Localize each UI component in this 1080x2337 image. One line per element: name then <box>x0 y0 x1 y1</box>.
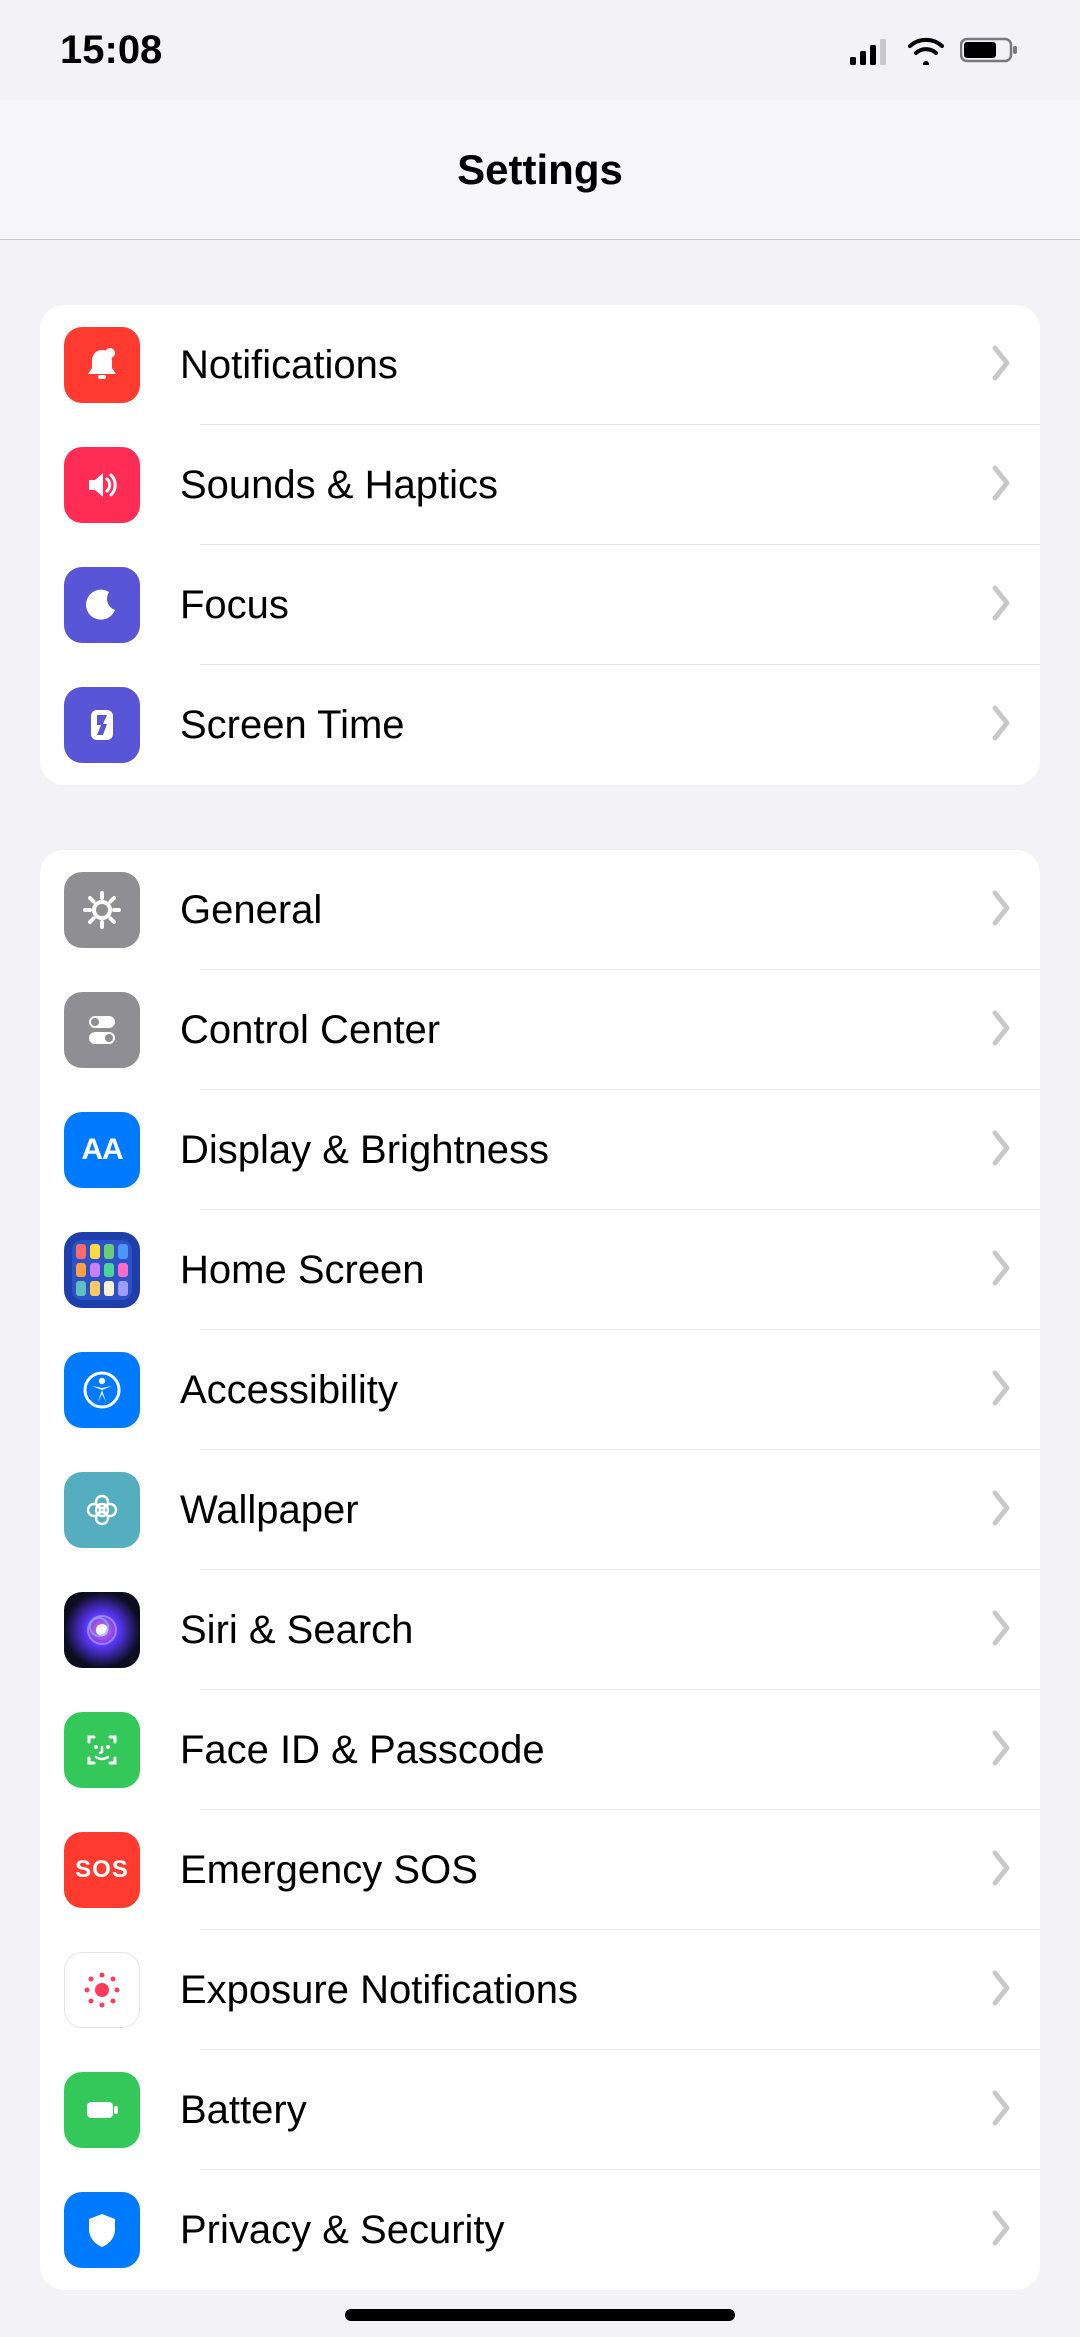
settings-row-label: Wallpaper <box>180 1488 992 1533</box>
chevron-right-icon <box>992 1370 1016 1410</box>
settings-row-notifications[interactable]: Notifications <box>40 305 1040 425</box>
chevron-right-icon <box>992 585 1016 625</box>
settings-row-label: Battery <box>180 2088 992 2133</box>
chevron-right-icon <box>992 1130 1016 1170</box>
status-bar: 15:08 <box>0 0 1080 100</box>
settings-row-exposure[interactable]: Exposure Notifications <box>40 1930 1040 2050</box>
settings-row-label: Accessibility <box>180 1368 992 1413</box>
focus-icon <box>64 567 140 643</box>
screentime-icon <box>64 687 140 763</box>
chevron-right-icon <box>992 890 1016 930</box>
general-icon <box>64 872 140 948</box>
settings-row-label: Home Screen <box>180 1248 992 1293</box>
sounds-icon <box>64 447 140 523</box>
notifications-icon <box>64 327 140 403</box>
chevron-right-icon <box>992 1010 1016 1050</box>
chevron-right-icon <box>992 705 1016 745</box>
settings-row-sos[interactable]: SOS Emergency SOS <box>40 1810 1040 1930</box>
sos-icon: SOS <box>64 1832 140 1908</box>
chevron-right-icon <box>992 2210 1016 2250</box>
chevron-right-icon <box>992 465 1016 505</box>
settings-row-faceid[interactable]: Face ID & Passcode <box>40 1690 1040 1810</box>
settings-row-label: General <box>180 888 992 933</box>
faceid-icon <box>64 1712 140 1788</box>
chevron-right-icon <box>992 1490 1016 1530</box>
settings-row-label: Siri & Search <box>180 1608 992 1653</box>
settings-row-label: Face ID & Passcode <box>180 1728 992 1773</box>
settings-row-controlcenter[interactable]: Control Center <box>40 970 1040 1090</box>
settings-row-label: Sounds & Haptics <box>180 463 992 508</box>
settings-row-label: Focus <box>180 583 992 628</box>
cellular-icon <box>850 35 892 65</box>
settings-group: General Control Center AA Display & Brightn… <box>40 850 1040 2290</box>
chevron-right-icon <box>992 345 1016 385</box>
settings-row-label: Privacy & Security <box>180 2208 992 2253</box>
settings-row-label: Exposure Notifications <box>180 1968 992 2013</box>
settings-row-general[interactable]: General <box>40 850 1040 970</box>
controlcenter-icon <box>64 992 140 1068</box>
chevron-right-icon <box>992 1610 1016 1650</box>
battery-icon <box>960 35 1020 65</box>
settings-row-wallpaper[interactable]: Wallpaper <box>40 1450 1040 1570</box>
home-indicator[interactable] <box>345 2309 735 2321</box>
chevron-right-icon <box>992 2090 1016 2130</box>
settings-row-battery[interactable]: Battery <box>40 2050 1040 2170</box>
settings-row-focus[interactable]: Focus <box>40 545 1040 665</box>
settings-row-accessibility[interactable]: Accessibility <box>40 1330 1040 1450</box>
settings-row-label: Emergency SOS <box>180 1848 992 1893</box>
wallpaper-icon <box>64 1472 140 1548</box>
settings-row-display[interactable]: AA Display & Brightness <box>40 1090 1040 1210</box>
homescreen-icon <box>64 1232 140 1308</box>
settings-row-homescreen[interactable]: Home Screen <box>40 1210 1040 1330</box>
settings-row-label: Screen Time <box>180 703 992 748</box>
settings-row-siri[interactable]: Siri & Search <box>40 1570 1040 1690</box>
accessibility-icon <box>64 1352 140 1428</box>
siri-icon <box>64 1592 140 1668</box>
chevron-right-icon <box>992 1850 1016 1890</box>
settings-row-label: Display & Brightness <box>180 1128 992 1173</box>
settings-row-label: Control Center <box>180 1008 992 1053</box>
status-indicators <box>850 35 1020 65</box>
settings-row-sounds[interactable]: Sounds & Haptics <box>40 425 1040 545</box>
settings-row-privacy[interactable]: Privacy & Security <box>40 2170 1040 2290</box>
settings-list[interactable]: Notifications Sounds & Haptics Focus Screen… <box>0 305 1080 2290</box>
chevron-right-icon <box>992 1970 1016 2010</box>
display-icon: AA <box>64 1112 140 1188</box>
battery-icon <box>64 2072 140 2148</box>
privacy-icon <box>64 2192 140 2268</box>
chevron-right-icon <box>992 1250 1016 1290</box>
settings-row-label: Notifications <box>180 343 992 388</box>
status-time: 15:08 <box>60 28 162 73</box>
wifi-icon <box>906 35 946 65</box>
settings-row-screentime[interactable]: Screen Time <box>40 665 1040 785</box>
settings-group: Notifications Sounds & Haptics Focus Screen… <box>40 305 1040 785</box>
page-title: Settings <box>0 100 1080 240</box>
exposure-icon <box>64 1952 140 2028</box>
chevron-right-icon <box>992 1730 1016 1770</box>
